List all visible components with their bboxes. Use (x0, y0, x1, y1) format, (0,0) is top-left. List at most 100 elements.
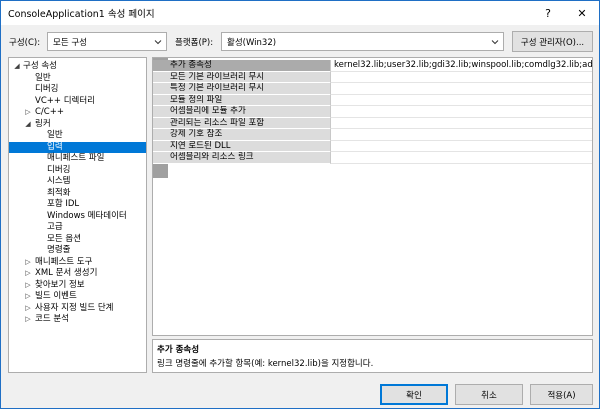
tree-item[interactable]: ▷ 코드 분석 (9, 314, 146, 326)
tree-item[interactable]: ◢ 구성 속성 (9, 61, 146, 73)
tree-item[interactable]: 매니페스트 파일 (9, 153, 146, 165)
tree-item-label: 매니페스트 파일 (47, 153, 105, 163)
property-row[interactable]: 어셈블리에 모듈 추가 (153, 106, 592, 118)
property-row[interactable]: 추가 종속성 kernel32.lib;user32.lib;gdi32.lib;… (153, 60, 592, 72)
tree-item-label: 코드 분석 (35, 314, 69, 324)
property-value[interactable] (330, 152, 592, 164)
expand-arrow-icon[interactable]: ▷ (24, 303, 32, 315)
chevron-down-icon (491, 40, 499, 45)
title-bar: ConsoleApplication1 속성 페이지 ? ✕ (1, 1, 599, 25)
property-grid[interactable]: 추가 종속성 kernel32.lib;user32.lib;gdi32.lib;… (152, 57, 593, 336)
property-name: 지연 로드된 DLL (153, 140, 330, 152)
tree-item[interactable]: 모든 옵션 (9, 234, 146, 246)
tree-item[interactable]: ▷ 사용자 지정 빌드 단계 (9, 303, 146, 315)
property-value[interactable] (330, 71, 592, 83)
tree-item-label: 구성 속성 (23, 61, 57, 71)
tree-item-label: 일반 (47, 130, 63, 140)
property-name: 모듈 정의 파일 (153, 94, 330, 106)
property-row[interactable]: 관리되는 리소스 파일 포함 (153, 117, 592, 129)
platform-value: 활성(Win32) (227, 38, 277, 48)
tree-item-label: 링커 (35, 118, 51, 129)
apply-button[interactable]: 적용(A) (530, 384, 593, 405)
tree-item[interactable]: 디버깅 (9, 165, 146, 177)
tree-item[interactable]: VC++ 디렉터리 (9, 96, 146, 108)
tree-item-label: 최적화 (47, 187, 71, 198)
property-row[interactable]: 어셈블리와 리소스 링크 (153, 152, 592, 164)
config-manager-button[interactable]: 구성 관리자(O)... (512, 31, 593, 52)
help-button[interactable]: ? (533, 1, 563, 25)
tree-item[interactable]: ▷ XML 문서 생성기 (9, 268, 146, 280)
tree-item-label: 디버깅 (47, 164, 71, 175)
tree-item[interactable]: 시스템 (9, 176, 146, 188)
property-row[interactable]: 강제 기호 참조 (153, 129, 592, 141)
collapse-arrow-icon[interactable]: ◢ (13, 61, 21, 73)
expand-arrow-icon[interactable]: ▷ (24, 280, 32, 292)
property-name: 모든 기본 라이브러리 무시 (153, 71, 330, 83)
close-button[interactable]: ✕ (567, 1, 597, 25)
tree-item[interactable]: 일반 (9, 73, 146, 85)
property-value[interactable] (330, 94, 592, 106)
property-row[interactable]: 모든 기본 라이브러리 무시 (153, 71, 592, 83)
tree-item[interactable]: 고급 (9, 222, 146, 234)
tree-item[interactable]: 일반 (9, 130, 146, 142)
tree-item-label: C/C++ (35, 107, 64, 117)
expand-arrow-icon[interactable]: ▷ (24, 257, 32, 269)
tree-item[interactable]: ▷ C/C++ (9, 107, 146, 119)
window-title: ConsoleApplication1 속성 페이지 (8, 9, 155, 20)
property-value[interactable] (330, 106, 592, 118)
tree-item[interactable]: ▷ 찾아보기 정보 (9, 280, 146, 292)
property-value[interactable] (330, 140, 592, 152)
tree-item-label: 찾아보기 정보 (35, 279, 85, 290)
settings-tree[interactable]: ◢ 구성 속성 일반 디버깅 VC++ 디렉터리 ▷ C/C++ ◢ 링커 일반 입력 매니페스트 파… (8, 57, 147, 373)
tree-item-label: 디버깅 (35, 84, 59, 94)
expand-arrow-icon[interactable]: ▷ (24, 107, 32, 119)
tree-item[interactable]: 최적화 (9, 188, 146, 200)
config-combo[interactable]: 모든 구성 (47, 32, 167, 51)
cancel-button[interactable]: 취소 (455, 384, 523, 405)
tree-item[interactable]: ▷ 매니페스트 도구 (9, 257, 146, 269)
property-value[interactable] (330, 83, 592, 95)
property-value[interactable]: kernel32.lib;user32.lib;gdi32.lib;winspo… (330, 60, 592, 72)
tree-item[interactable]: 입력 (9, 141, 146, 153)
tree-item-label: 모든 옵션 (47, 233, 81, 244)
property-row[interactable]: 특정 기본 라이브러리 무시 (153, 83, 592, 95)
property-name: 어셈블리에 모듈 추가 (153, 106, 330, 118)
description-panel: 추가 종속성 링크 명령줄에 추가할 항목(예: kernel32.lib)을 … (152, 339, 593, 373)
tree-item[interactable]: 포함 IDL (9, 199, 146, 211)
platform-combo[interactable]: 활성(Win32) (221, 32, 504, 51)
expand-arrow-icon[interactable]: ▷ (24, 268, 32, 280)
property-row[interactable]: 지연 로드된 DLL (153, 140, 592, 152)
tree-item[interactable]: 명령줄 (9, 245, 146, 257)
tree-item-label: 포함 IDL (47, 199, 80, 209)
config-value: 모든 구성 (53, 38, 87, 48)
tree-item-label: XML 문서 생성기 (35, 268, 98, 278)
tree-item-label: 사용자 지정 빌드 단계 (35, 302, 114, 313)
expand-arrow-icon[interactable]: ▷ (24, 291, 32, 303)
tree-item-label: 명령줄 (47, 245, 71, 255)
property-name: 특정 기본 라이브러리 무시 (153, 83, 330, 95)
tree-item[interactable]: ◢ 링커 (9, 119, 146, 131)
property-pages-dialog: ConsoleApplication1 속성 페이지 ? ✕ 구성(C): 모든… (0, 0, 600, 409)
ok-button[interactable]: 확인 (380, 384, 448, 405)
tree-item-label: 빌드 이벤트 (35, 291, 77, 301)
property-name: 관리되는 리소스 파일 포함 (153, 117, 330, 129)
expand-arrow-icon[interactable]: ▷ (24, 314, 32, 326)
property-row[interactable]: 모듈 정의 파일 (153, 94, 592, 106)
property-name: 어셈블리와 리소스 링크 (153, 152, 330, 164)
tree-item[interactable]: ▷ 빌드 이벤트 (9, 291, 146, 303)
tree-item-label: 시스템 (47, 176, 71, 186)
collapse-arrow-icon[interactable]: ◢ (24, 119, 32, 131)
tree-item[interactable]: 디버깅 (9, 84, 146, 96)
property-name: 강제 기호 참조 (153, 129, 330, 141)
platform-label: 플랫폼(P): (175, 38, 214, 48)
description-text: 링크 명령줄에 추가할 항목(예: kernel32.lib)을 지정합니다. (157, 359, 374, 369)
configuration-row: 구성(C): 모든 구성 플랫폼(P): 활성(Win32) 구성 관리자(O)… (1, 31, 599, 52)
tree-item-label: 매니페스트 도구 (35, 256, 93, 267)
tree-item-label: 입력 (47, 141, 63, 152)
tree-item-label: VC++ 디렉터리 (35, 95, 95, 106)
property-value[interactable] (330, 129, 592, 141)
tree-item-label: 고급 (47, 222, 63, 232)
tree-item[interactable]: Windows 메타데이터 (9, 211, 146, 223)
tree-item-label: Windows 메타데이터 (47, 210, 127, 221)
property-value[interactable] (330, 117, 592, 129)
